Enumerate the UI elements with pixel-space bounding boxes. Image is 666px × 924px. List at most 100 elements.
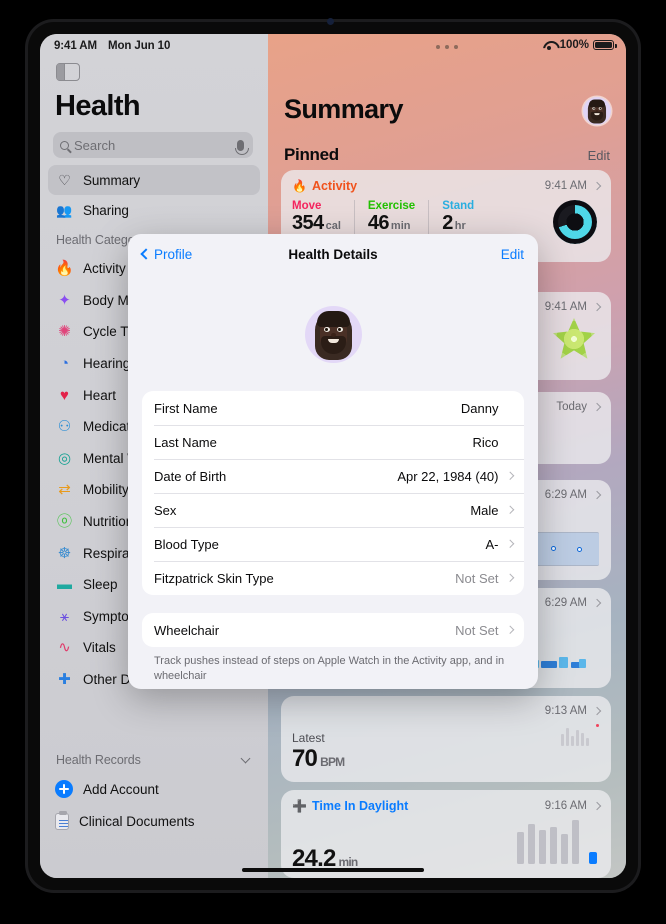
card-time: 9:16 AM xyxy=(544,800,587,812)
sidebar-nav: ♡ Summary 👥 Sharing xyxy=(40,165,268,225)
chevron-right-icon xyxy=(592,490,602,500)
detail-label: Blood Type xyxy=(154,536,219,552)
metric-value: 354 xyxy=(292,212,324,234)
card-header: 9:13 AM xyxy=(281,696,611,717)
detail-row-date-of-birth[interactable]: Date of Birth Apr 22, 1984 (40) xyxy=(142,459,524,493)
edit-button[interactable]: Edit xyxy=(501,247,524,262)
chevron-left-icon xyxy=(140,248,152,260)
activity-metric-move: Move 354 cal xyxy=(292,200,355,235)
detail-label: Wheelchair xyxy=(154,622,220,638)
clipboard-icon xyxy=(55,810,69,830)
section-label: Health Records xyxy=(56,753,141,767)
chevron-right-icon xyxy=(592,706,602,716)
detail-row-wheelchair[interactable]: Wheelchair Not Set xyxy=(142,613,524,647)
back-to-profile-button[interactable]: Profile xyxy=(140,247,192,262)
summary-title: Summary xyxy=(284,94,403,124)
search-placeholder: Search xyxy=(74,137,116,153)
mobility-icon: ⇄ xyxy=(58,481,71,499)
plus-icon: ➕ xyxy=(292,799,307,813)
search-input[interactable]: Search xyxy=(53,132,253,158)
sidebar-item-label: Sharing xyxy=(83,202,129,218)
heart-rate-chart-icon xyxy=(561,724,599,746)
detail-row-first-name: First Name Danny xyxy=(142,391,524,425)
multitask-dots-icon[interactable] xyxy=(436,45,458,49)
activity-rings-icon xyxy=(542,189,608,255)
heart-rate-value-row: 70 BPM xyxy=(281,745,611,773)
chevron-right-icon xyxy=(505,626,514,634)
battery-icon xyxy=(593,39,617,51)
daylight-unit: min xyxy=(338,855,359,869)
metric-name: Move xyxy=(292,200,322,212)
sidebar-item-label: Clinical Documents xyxy=(79,813,195,829)
plus-icon: ✚ xyxy=(58,671,71,689)
status-bar-left: 9:41 AM Mon Jun 10 xyxy=(54,40,170,52)
wifi-icon xyxy=(543,40,556,50)
health-details-modal: Profile Health Details Edit First Name Da… xyxy=(128,234,538,689)
card-header: ➕ Time In Daylight 9:16 AM xyxy=(281,790,611,813)
microphone-icon[interactable] xyxy=(234,139,249,155)
sidebar-item-summary[interactable]: ♡ Summary xyxy=(48,165,260,195)
card-title: Time In Daylight xyxy=(311,799,409,813)
health-records-header[interactable]: Health Records xyxy=(40,747,268,773)
sidebar-toggle-icon[interactable] xyxy=(56,63,80,81)
card-time: 9:13 AM xyxy=(544,705,587,717)
detail-label: First Name xyxy=(154,400,218,416)
metric-name: Stand xyxy=(442,200,475,212)
chevron-down-icon[interactable] xyxy=(240,753,251,764)
memoji-avatar[interactable] xyxy=(304,306,362,363)
detail-value: Not Set xyxy=(455,570,499,586)
brain-icon: ◎ xyxy=(57,449,72,467)
front-camera xyxy=(327,18,334,25)
metric-name: Exercise xyxy=(367,200,416,212)
sidebar-item-add-account[interactable]: Add Account xyxy=(40,773,268,805)
personal-details-group: First Name Danny Last Name Rico Date of Birt… xyxy=(142,391,524,595)
heart-rate-card[interactable]: 9:13 AM Latest 70 BPM xyxy=(281,696,611,782)
chevron-right-icon xyxy=(505,506,514,514)
time-in-daylight-card[interactable]: ➕ Time In Daylight 9:16 AM 24.2 min xyxy=(281,790,611,878)
sidebar-item-clinical-documents[interactable]: Clinical Documents xyxy=(40,805,268,837)
wheelchair-group: Wheelchair Not Set xyxy=(142,613,524,647)
people-icon: 👥 xyxy=(56,202,73,218)
card-time: 6:29 AM xyxy=(544,489,587,501)
home-indicator[interactable] xyxy=(242,868,424,872)
page-title: Health xyxy=(55,90,141,122)
metric-unit: cal xyxy=(325,220,341,232)
profile-avatar[interactable] xyxy=(583,97,611,125)
heart-rate-value: 70 xyxy=(292,745,318,772)
card-header: 🔥 Activity 9:41 AM xyxy=(281,170,611,193)
chevron-right-icon xyxy=(592,302,602,312)
card-time: 9:41 AM xyxy=(544,301,587,313)
sidebar-item-label: Summary xyxy=(83,172,141,188)
pills-icon: ⚇ xyxy=(57,418,72,436)
screen: 9:41 AM Mon Jun 10 Health Search ♡ Summa… xyxy=(40,34,626,878)
metric-value: 46 xyxy=(367,212,390,234)
status-date: Mon Jun 10 xyxy=(107,40,171,52)
detail-row-sex[interactable]: Sex Male xyxy=(142,493,524,527)
symptoms-icon: ⚹ xyxy=(59,607,69,625)
card-time: 9:41 AM xyxy=(544,180,587,192)
activity-metric-exercise: Exercise 46 min xyxy=(367,200,430,235)
ipad-device: 9:41 AM Mon Jun 10 Health Search ♡ Summa… xyxy=(0,0,666,924)
daylight-bar-chart-icon xyxy=(517,818,597,864)
chevron-right-icon xyxy=(592,402,602,412)
sidebar-item-sharing[interactable]: 👥 Sharing xyxy=(48,195,260,225)
pinned-edit-button[interactable]: Edit xyxy=(588,148,610,163)
detail-label: Last Name xyxy=(154,434,217,450)
chevron-right-icon xyxy=(505,574,514,582)
wheelchair-note: Track pushes instead of steps on Apple W… xyxy=(154,655,505,682)
heart-icon: ♥ xyxy=(60,386,69,404)
detail-label: Sex xyxy=(154,502,177,518)
flame-icon: 🔥 xyxy=(55,260,74,278)
card-time: Today xyxy=(556,401,587,413)
detail-row-fitzpatrick-skin-type[interactable]: Fitzpatrick Skin Type Not Set xyxy=(142,561,524,595)
sidebar-item-label: Nutrition xyxy=(83,514,134,530)
state-of-mind-flower-icon xyxy=(553,318,595,359)
search-icon xyxy=(60,140,69,150)
detail-row-blood-type[interactable]: Blood Type A- xyxy=(142,527,524,561)
detail-value: Not Set xyxy=(455,622,499,638)
card-title: Activity xyxy=(311,179,358,193)
modal-navigation-bar: Profile Health Details Edit xyxy=(128,234,538,274)
status-time: 9:41 AM xyxy=(54,40,97,52)
metric-value: 2 xyxy=(442,212,453,234)
detail-row-last-name: Last Name Rico xyxy=(142,425,524,459)
